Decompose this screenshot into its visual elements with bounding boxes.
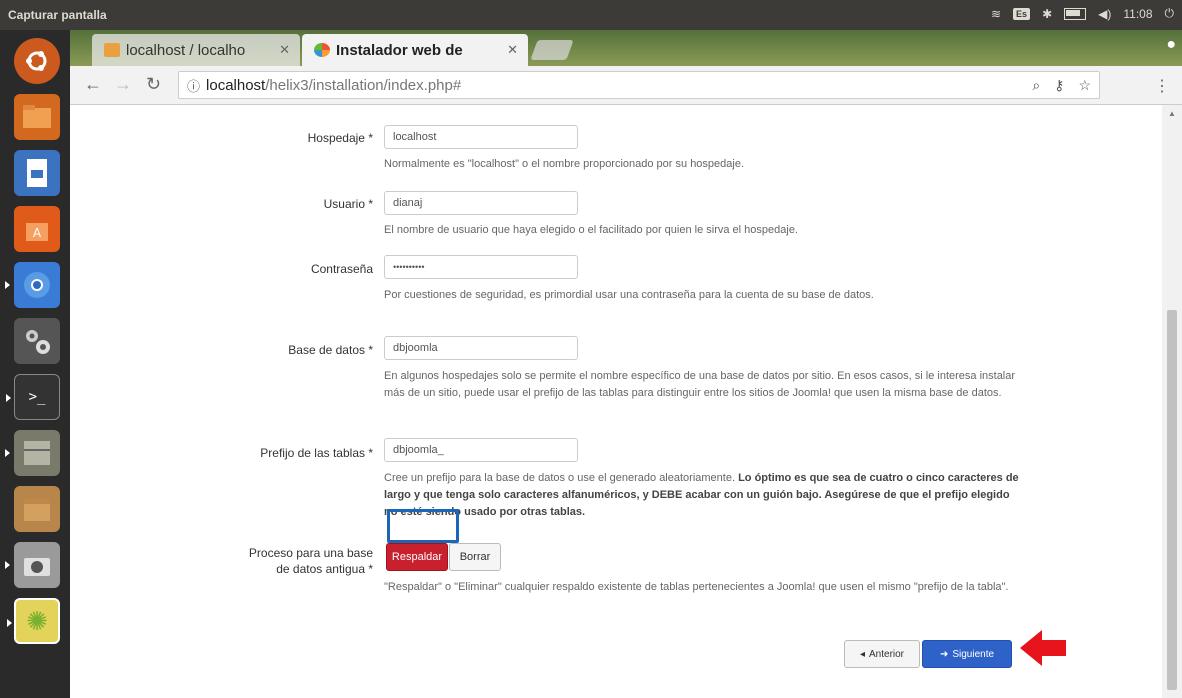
ubuntu-logo-icon[interactable] — [14, 38, 60, 84]
archive-icon[interactable] — [5, 430, 60, 476]
prefix-label: Prefijo de las tablas * — [260, 446, 373, 460]
browser-window: localhost / localho ✕ Instalador web de … — [70, 30, 1182, 698]
key-icon[interactable]: ⚷ — [1054, 77, 1064, 94]
database-input[interactable]: dbjoomla — [384, 336, 578, 360]
old-db-help: "Respaldar" o "Eliminar" cualquier respa… — [384, 581, 1009, 593]
svg-text:A: A — [33, 226, 42, 240]
system-tray: ≋ Es ✱ ◀) 11:08 ⏻ — [991, 6, 1174, 21]
document-icon[interactable] — [14, 150, 60, 196]
wifi-icon[interactable]: ≋ — [991, 7, 1001, 21]
address-bar[interactable]: ⓘ localhost/helix3/installation/index.ph… — [178, 71, 1100, 99]
database-help: En algunos hospedajes solo se permite el… — [384, 370, 1016, 399]
zoom-icon[interactable]: ⌕ — [1032, 77, 1040, 94]
omnibox-actions: ⌕ ⚷ ☆ — [1032, 72, 1091, 98]
volume-icon[interactable]: ◀) — [1098, 7, 1111, 21]
prefix-help-text: Cree un prefijo para la base de datos o … — [384, 472, 739, 484]
new-tab-button[interactable] — [530, 40, 574, 60]
phpmyadmin-favicon-icon — [104, 43, 120, 57]
previous-button-label: Anterior — [869, 648, 905, 660]
menu-icon[interactable]: ⋮ — [1154, 76, 1170, 96]
url-host: localhost — [206, 76, 266, 94]
close-icon[interactable]: ✕ — [507, 42, 518, 58]
old-db-label-line2: de datos antigua * — [276, 562, 373, 576]
running-indicator — [7, 619, 12, 627]
annotation-arrow-icon — [1020, 630, 1066, 666]
scrollbar-thumb[interactable] — [1167, 310, 1177, 690]
star-icon[interactable]: ☆ — [1078, 77, 1091, 94]
running-indicator — [6, 394, 11, 402]
browser-toolbar: ← → ↻ ⓘ localhost/helix3/installation/in… — [70, 66, 1182, 105]
back-icon[interactable]: ← — [84, 74, 102, 95]
password-label: Contraseña — [310, 262, 373, 276]
clock[interactable]: 11:08 — [1123, 7, 1152, 21]
prefix-help: Cree un prefijo para la base de datos o … — [384, 470, 1024, 521]
keyboard-layout-indicator[interactable]: Es — [1013, 7, 1031, 20]
sun-icon[interactable]: ✺ — [7, 598, 60, 644]
next-button-label: Siguiente — [952, 648, 995, 660]
running-indicator — [5, 449, 10, 457]
tab-strip: localhost / localho ✕ Instalador web de … — [70, 30, 1182, 66]
terminal-icon[interactable]: >_ — [6, 374, 60, 420]
power-icon[interactable]: ⏻ — [1165, 6, 1175, 21]
browser-icon[interactable] — [5, 262, 60, 308]
system-top-panel: Capturar pantalla ≋ Es ✱ ◀) 11:08 ⏻ — [0, 0, 1182, 30]
tab-joomla-installer[interactable]: Instalador web de ✕ — [302, 34, 528, 66]
forward-icon[interactable]: → — [114, 74, 132, 95]
page-content: Hospedaje * localhost Normalmente es "lo… — [70, 105, 1162, 698]
gear-icon[interactable] — [14, 318, 60, 364]
tab-phpmyadmin[interactable]: localhost / localho ✕ — [92, 34, 300, 66]
joomla-favicon-icon — [314, 43, 330, 57]
running-indicator — [5, 281, 10, 289]
host-input[interactable]: localhost — [384, 125, 578, 149]
user-input[interactable]: dianaj — [384, 191, 578, 215]
box-icon[interactable] — [14, 486, 60, 532]
active-app-title: Capturar pantalla — [8, 8, 107, 22]
bluetooth-icon[interactable]: ✱ — [1042, 7, 1052, 21]
password-help: Por cuestiones de seguridad, es primordi… — [384, 289, 874, 301]
previous-button[interactable]: ◂ Anterior — [844, 640, 920, 668]
url-path: /helix3/installation/index.php# — [265, 76, 462, 94]
user-label: Usuario * — [323, 197, 373, 211]
camera-icon[interactable] — [5, 542, 60, 588]
arrow-left-icon: ◂ — [859, 648, 865, 660]
next-button[interactable]: ➜ Siguiente — [922, 640, 1012, 668]
tab-title: localhost / localho — [126, 41, 246, 59]
prefix-input[interactable]: dbjoomla_ — [384, 438, 578, 462]
delete-option-button[interactable]: Borrar — [449, 543, 501, 571]
unity-launcher: A >_ ✺ — [0, 30, 70, 698]
profile-icon[interactable]: ● — [1166, 36, 1176, 54]
shopping-bag-icon[interactable]: A — [14, 206, 60, 252]
info-icon[interactable]: ⓘ — [187, 76, 200, 95]
battery-icon[interactable] — [1064, 7, 1087, 20]
page-scrollbar[interactable]: ▲ — [1162, 105, 1182, 698]
host-label: Hospedaje * — [307, 131, 373, 145]
running-indicator — [5, 561, 10, 569]
user-help: El nombre de usuario que haya elegido o … — [384, 224, 798, 236]
folder-icon[interactable] — [14, 94, 60, 140]
old-db-label-line1: Proceso para una base — [248, 546, 373, 560]
database-label: Base de datos * — [288, 343, 373, 357]
host-help: Normalmente es "localhost" o el nombre p… — [384, 158, 745, 170]
annotation-highlight-box — [387, 509, 459, 543]
reload-icon[interactable]: ↻ — [146, 74, 161, 95]
scroll-up-icon[interactable]: ▲ — [1168, 109, 1176, 118]
arrow-right-icon: ➜ — [939, 648, 949, 660]
password-input[interactable]: •••••••••• — [384, 255, 578, 279]
tab-title: Instalador web de — [336, 41, 463, 59]
close-icon[interactable]: ✕ — [279, 42, 290, 58]
backup-option-button[interactable]: Respaldar — [386, 543, 448, 571]
